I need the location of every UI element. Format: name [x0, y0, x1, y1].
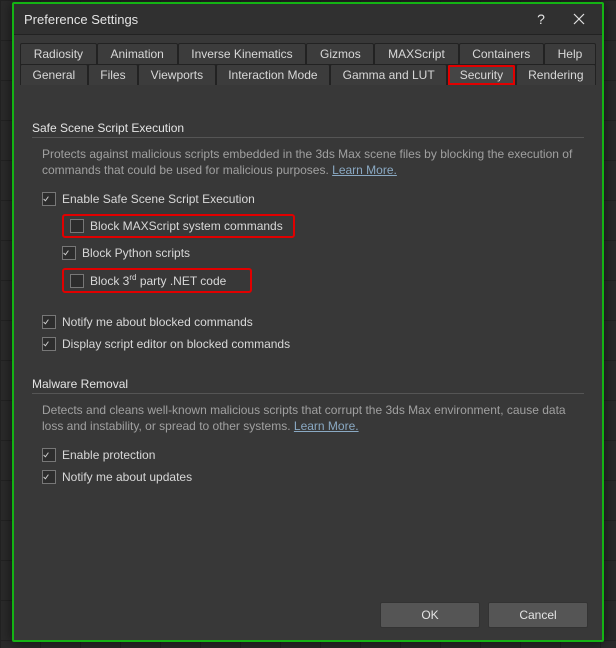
help-icon[interactable]: ? [522, 5, 560, 33]
tab-containers[interactable]: Containers [459, 43, 544, 65]
label-enable-safe-scene: Enable Safe Scene Script Execution [62, 192, 255, 206]
highlight-block-maxscript: Block MAXScript system commands [62, 214, 295, 238]
divider [32, 393, 584, 394]
label-display-editor: Display script editor on blocked command… [62, 337, 290, 351]
tab-help[interactable]: Help [544, 43, 596, 65]
group-desc-malware: Detects and cleans well-known malicious … [32, 402, 584, 444]
tab-animation[interactable]: Animation [97, 43, 178, 65]
row-display-editor[interactable]: Display script editor on blocked command… [32, 333, 584, 355]
checkbox-enable-protection[interactable] [42, 448, 56, 462]
checkbox-block-dotnet[interactable] [70, 274, 84, 288]
divider [32, 137, 584, 138]
preferences-dialog: Preference Settings ? Radiosity Animatio… [12, 2, 604, 642]
row-enable-protection[interactable]: Enable protection [32, 444, 584, 466]
row-enable-safe-scene[interactable]: Enable Safe Scene Script Execution [32, 188, 584, 210]
close-icon[interactable] [560, 5, 598, 33]
group-malware-removal: Malware Removal Detects and cleans well-… [32, 377, 584, 488]
learn-more-link-safe-scene[interactable]: Learn More. [332, 163, 397, 177]
tab-row-1: Radiosity Animation Inverse Kinematics G… [20, 43, 596, 65]
checkbox-block-maxscript[interactable] [70, 219, 84, 233]
highlight-block-dotnet: Block 3rd party .NET code [62, 268, 252, 293]
tab-row-2: General Files Viewports Interaction Mode… [20, 64, 596, 85]
tab-gamma-and-lut[interactable]: Gamma and LUT [330, 64, 447, 85]
checkbox-display-editor[interactable] [42, 337, 56, 351]
window-title: Preference Settings [24, 12, 522, 27]
titlebar: Preference Settings ? [14, 4, 602, 35]
row-block-dotnet[interactable]: Block 3rd party .NET code [32, 264, 584, 297]
tab-files[interactable]: Files [88, 64, 138, 85]
label-notify-updates: Notify me about updates [62, 470, 192, 484]
group-safe-scene: Safe Scene Script Execution Protects aga… [32, 121, 584, 355]
tab-security[interactable]: Security [447, 64, 515, 85]
row-notify-blocked[interactable]: Notify me about blocked commands [32, 311, 584, 333]
label-enable-protection: Enable protection [62, 448, 155, 462]
group-title-malware: Malware Removal [32, 377, 584, 391]
group-title-safe-scene: Safe Scene Script Execution [32, 121, 584, 135]
label-block-python: Block Python scripts [82, 246, 190, 260]
tab-interaction-mode[interactable]: Interaction Mode [216, 64, 330, 85]
learn-more-link-malware[interactable]: Learn More. [294, 419, 359, 433]
tab-radiosity[interactable]: Radiosity [20, 43, 97, 65]
ok-button[interactable]: OK [380, 602, 480, 628]
row-block-maxscript[interactable]: Block MAXScript system commands [32, 210, 584, 242]
row-block-python[interactable]: Block Python scripts [32, 242, 584, 264]
checkbox-notify-updates[interactable] [42, 470, 56, 484]
tab-gizmos[interactable]: Gizmos [306, 43, 374, 65]
label-notify-blocked: Notify me about blocked commands [62, 315, 253, 329]
tab-general[interactable]: General [20, 64, 88, 85]
tab-container: Radiosity Animation Inverse Kinematics G… [14, 35, 602, 89]
row-notify-updates[interactable]: Notify me about updates [32, 466, 584, 488]
checkbox-notify-blocked[interactable] [42, 315, 56, 329]
checkbox-enable-safe-scene[interactable] [42, 192, 56, 206]
tab-viewports[interactable]: Viewports [138, 64, 216, 85]
tab-inverse-kinematics[interactable]: Inverse Kinematics [178, 43, 307, 65]
tab-content-security: Safe Scene Script Execution Protects aga… [14, 89, 602, 592]
dialog-footer: OK Cancel [14, 592, 602, 640]
cancel-button[interactable]: Cancel [488, 602, 588, 628]
tab-rendering[interactable]: Rendering [516, 64, 596, 85]
tab-maxscript[interactable]: MAXScript [374, 43, 458, 65]
group-desc-safe-scene: Protects against malicious scripts embed… [32, 146, 584, 188]
safe-scene-desc-text: Protects against malicious scripts embed… [42, 147, 572, 177]
checkbox-block-python[interactable] [62, 246, 76, 260]
label-block-maxscript: Block MAXScript system commands [90, 219, 283, 233]
label-block-dotnet: Block 3rd party .NET code [90, 273, 226, 288]
